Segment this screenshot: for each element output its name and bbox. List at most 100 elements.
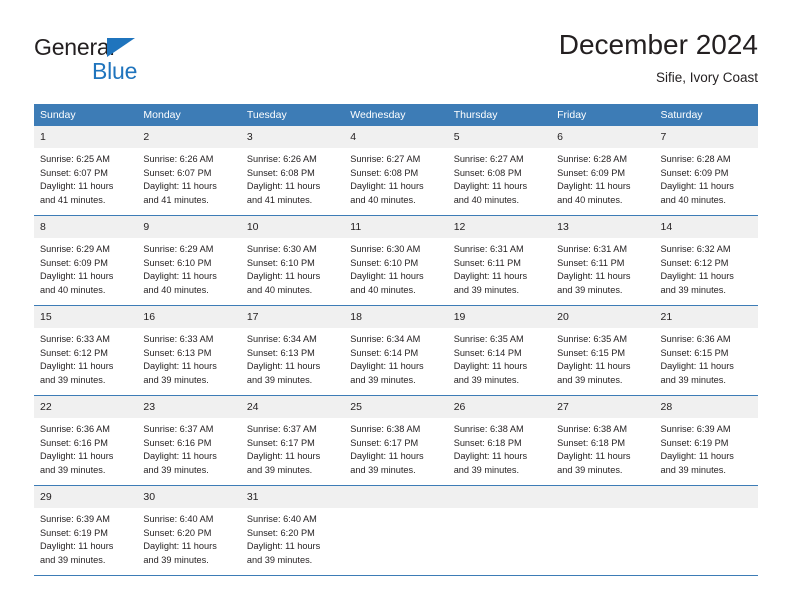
day-cell-inner: 4 Sunrise: 6:27 AM Sunset: 6:08 PM Daylight… (344, 126, 448, 215)
calendar-day-cell[interactable]: 25 Sunrise: 6:38 AM Sunset: 6:17 PM Dayligh… (344, 395, 448, 486)
calendar-day-cell[interactable]: 19 Sunrise: 6:35 AM Sunset: 6:14 PM Dayligh… (447, 305, 552, 396)
sunrise-text: Sunrise: 6:34 AM (246, 334, 317, 344)
day-number: 24 (240, 396, 345, 418)
calendar-week-row: 1 Sunrise: 6:25 AM Sunset: 6:07 PM Daylight… (34, 126, 758, 216)
calendar-day-cell[interactable]: 21 Sunrise: 6:36 AM Sunset: 6:15 PM Dayligh… (654, 305, 758, 396)
generalblue-logo[interactable]: General Blue (34, 36, 234, 92)
calendar-day-cell[interactable]: 13 Sunrise: 6:31 AM Sunset: 6:11 PM Dayligh… (551, 215, 655, 306)
calendar-day-cell[interactable]: 17 Sunrise: 6:34 AM Sunset: 6:13 PM Dayligh… (240, 305, 345, 396)
day-details: Sunrise: 6:39 AM Sunset: 6:19 PM Daylight:… (34, 508, 137, 567)
sunset-text: Sunset: 6:19 PM (40, 527, 108, 538)
calendar-day-cell[interactable]: 14 Sunrise: 6:32 AM Sunset: 6:12 PM Dayligh… (654, 215, 758, 306)
calendar-day-cell[interactable]: 6 Sunrise: 6:28 AM Sunset: 6:09 PM Daylight… (551, 126, 655, 216)
daylight-text-line2: and 40 minutes. (40, 284, 106, 295)
calendar-day-cell[interactable]: 3 Sunrise: 6:26 AM Sunset: 6:08 PM Daylight… (240, 126, 345, 216)
sunrise-text: Sunrise: 6:33 AM (143, 334, 214, 344)
day-number: 20 (551, 306, 655, 328)
calendar-table: Sunday Monday Tuesday Wednesday Thursday… (34, 104, 758, 575)
sunset-text: Sunset: 6:20 PM (246, 527, 315, 538)
calendar-day-cell[interactable]: 12 Sunrise: 6:31 AM Sunset: 6:11 PM Dayligh… (447, 215, 552, 306)
daylight-text-line2: and 41 minutes. (246, 194, 313, 205)
calendar-day-cell[interactable]: 27 Sunrise: 6:38 AM Sunset: 6:18 PM Dayligh… (551, 395, 655, 486)
calendar-day-cell[interactable]: 22 Sunrise: 6:36 AM Sunset: 6:16 PM Dayligh… (34, 395, 138, 486)
calendar-day-cell[interactable]: 23 Sunrise: 6:37 AM Sunset: 6:16 PM Dayligh… (137, 395, 241, 486)
calendar-day-cell[interactable]: 4 Sunrise: 6:27 AM Sunset: 6:08 PM Daylight… (344, 126, 448, 216)
calendar-day-cell[interactable]: 2 Sunrise: 6:26 AM Sunset: 6:07 PM Daylight… (137, 126, 241, 216)
calendar-day-cell[interactable]: 8 Sunrise: 6:29 AM Sunset: 6:09 PM Daylight… (34, 215, 138, 306)
calendar-day-cell[interactable]: 28 Sunrise: 6:39 AM Sunset: 6:19 PM Dayligh… (654, 395, 758, 486)
calendar-day-cell[interactable]: 9 Sunrise: 6:29 AM Sunset: 6:10 PM Daylight… (137, 215, 241, 306)
weekday-header-wednesday: Wednesday (344, 104, 448, 126)
calendar-day-cell[interactable]: 16 Sunrise: 6:33 AM Sunset: 6:13 PM Dayligh… (137, 305, 241, 396)
day-number: 27 (551, 396, 655, 418)
brand-text-blue: Blue (92, 58, 138, 84)
day-cell-inner: 2 Sunrise: 6:26 AM Sunset: 6:07 PM Daylight… (137, 126, 241, 215)
calendar-day-cell[interactable] (551, 485, 655, 575)
day-cell-inner: 17 Sunrise: 6:34 AM Sunset: 6:13 PM Dayligh… (240, 306, 345, 395)
day-cell-inner: 9 Sunrise: 6:29 AM Sunset: 6:10 PM Daylight… (137, 216, 241, 305)
calendar-day-cell[interactable]: 15 Sunrise: 6:33 AM Sunset: 6:12 PM Dayligh… (34, 305, 138, 396)
daylight-text-line1: Daylight: 11 hours (453, 181, 528, 192)
calendar-day-cell[interactable]: 20 Sunrise: 6:35 AM Sunset: 6:15 PM Dayligh… (551, 305, 655, 396)
calendar-day-cell[interactable]: 31 Sunrise: 6:40 AM Sunset: 6:20 PM Dayligh… (240, 485, 345, 575)
day-cell-inner: 18 Sunrise: 6:34 AM Sunset: 6:14 PM Dayligh… (344, 306, 448, 395)
day-details: Sunrise: 6:30 AM Sunset: 6:10 PM Daylight:… (344, 238, 447, 297)
day-number (654, 486, 758, 508)
day-details: Sunrise: 6:25 AM Sunset: 6:07 PM Daylight:… (34, 148, 137, 207)
daylight-text-line2: and 40 minutes. (143, 284, 209, 295)
sunrise-text: Sunrise: 6:29 AM (143, 244, 214, 254)
sunrise-text: Sunrise: 6:33 AM (40, 334, 110, 344)
calendar-page: General Blue December 2024 Sifie, Ivory … (0, 0, 792, 612)
calendar-day-cell[interactable]: 7 Sunrise: 6:28 AM Sunset: 6:09 PM Daylight… (654, 126, 758, 216)
calendar-day-cell[interactable] (344, 485, 448, 575)
sunset-text: Sunset: 6:13 PM (246, 347, 315, 358)
calendar-day-cell[interactable]: 11 Sunrise: 6:30 AM Sunset: 6:10 PM Dayligh… (344, 215, 448, 306)
sunset-text: Sunset: 6:10 PM (143, 257, 212, 268)
day-cell-inner: 27 Sunrise: 6:38 AM Sunset: 6:18 PM Dayligh… (551, 396, 655, 485)
day-number: 31 (240, 486, 345, 508)
brand-text-general: General (34, 34, 115, 60)
sunset-text: Sunset: 6:18 PM (557, 437, 626, 448)
calendar-day-cell[interactable]: 10 Sunrise: 6:30 AM Sunset: 6:10 PM Dayligh… (240, 215, 345, 306)
calendar-day-cell[interactable]: 29 Sunrise: 6:39 AM Sunset: 6:19 PM Dayligh… (34, 485, 138, 575)
sunrise-text: Sunrise: 6:26 AM (143, 154, 214, 164)
sunset-text: Sunset: 6:09 PM (557, 167, 626, 178)
day-details (448, 508, 551, 513)
daylight-text-line2: and 39 minutes. (660, 464, 726, 475)
calendar-day-cell[interactable] (654, 485, 758, 575)
daylight-text-line1: Daylight: 11 hours (143, 181, 217, 192)
calendar-day-cell[interactable]: 1 Sunrise: 6:25 AM Sunset: 6:07 PM Daylight… (34, 126, 138, 216)
day-number: 8 (34, 216, 138, 238)
day-number (344, 486, 448, 508)
day-number: 18 (344, 306, 448, 328)
calendar-day-cell[interactable]: 30 Sunrise: 6:40 AM Sunset: 6:20 PM Dayligh… (137, 485, 241, 575)
day-details: Sunrise: 6:27 AM Sunset: 6:08 PM Daylight:… (344, 148, 447, 207)
calendar-day-cell[interactable]: 5 Sunrise: 6:27 AM Sunset: 6:08 PM Daylight… (447, 126, 552, 216)
calendar-day-cell[interactable]: 26 Sunrise: 6:38 AM Sunset: 6:18 PM Dayligh… (447, 395, 552, 486)
calendar-week-row: 8 Sunrise: 6:29 AM Sunset: 6:09 PM Daylight… (34, 215, 758, 306)
calendar-day-cell[interactable] (447, 485, 552, 575)
daylight-text-line1: Daylight: 11 hours (557, 181, 631, 192)
day-number: 2 (137, 126, 241, 148)
sunrise-text: Sunrise: 6:30 AM (350, 244, 421, 254)
day-details: Sunrise: 6:37 AM Sunset: 6:16 PM Daylight:… (137, 418, 240, 477)
sunset-text: Sunset: 6:12 PM (660, 257, 729, 268)
day-cell-inner: 21 Sunrise: 6:36 AM Sunset: 6:15 PM Dayligh… (654, 306, 758, 395)
day-number: 11 (344, 216, 448, 238)
day-cell-inner: 22 Sunrise: 6:36 AM Sunset: 6:16 PM Dayligh… (34, 396, 138, 485)
sunrise-text: Sunrise: 6:28 AM (557, 154, 628, 164)
calendar-day-cell[interactable]: 18 Sunrise: 6:34 AM Sunset: 6:14 PM Dayligh… (344, 305, 448, 396)
page-subtitle: Sifie, Ivory Coast (655, 70, 758, 85)
sunset-text: Sunset: 6:10 PM (246, 257, 315, 268)
day-details: Sunrise: 6:34 AM Sunset: 6:13 PM Daylight:… (241, 328, 344, 387)
calendar-day-cell[interactable]: 24 Sunrise: 6:37 AM Sunset: 6:17 PM Dayligh… (240, 395, 345, 486)
sunset-text: Sunset: 6:11 PM (453, 257, 521, 268)
table-bottom-rule (34, 575, 758, 576)
day-number: 16 (137, 306, 241, 328)
daylight-text-line1: Daylight: 11 hours (453, 451, 528, 462)
day-details: Sunrise: 6:32 AM Sunset: 6:12 PM Daylight:… (655, 238, 758, 297)
calendar-body: 1 Sunrise: 6:25 AM Sunset: 6:07 PM Daylight… (34, 126, 758, 575)
brand-name-general: General (34, 36, 234, 59)
day-number: 29 (34, 486, 138, 508)
sunrise-text: Sunrise: 6:34 AM (350, 334, 421, 344)
